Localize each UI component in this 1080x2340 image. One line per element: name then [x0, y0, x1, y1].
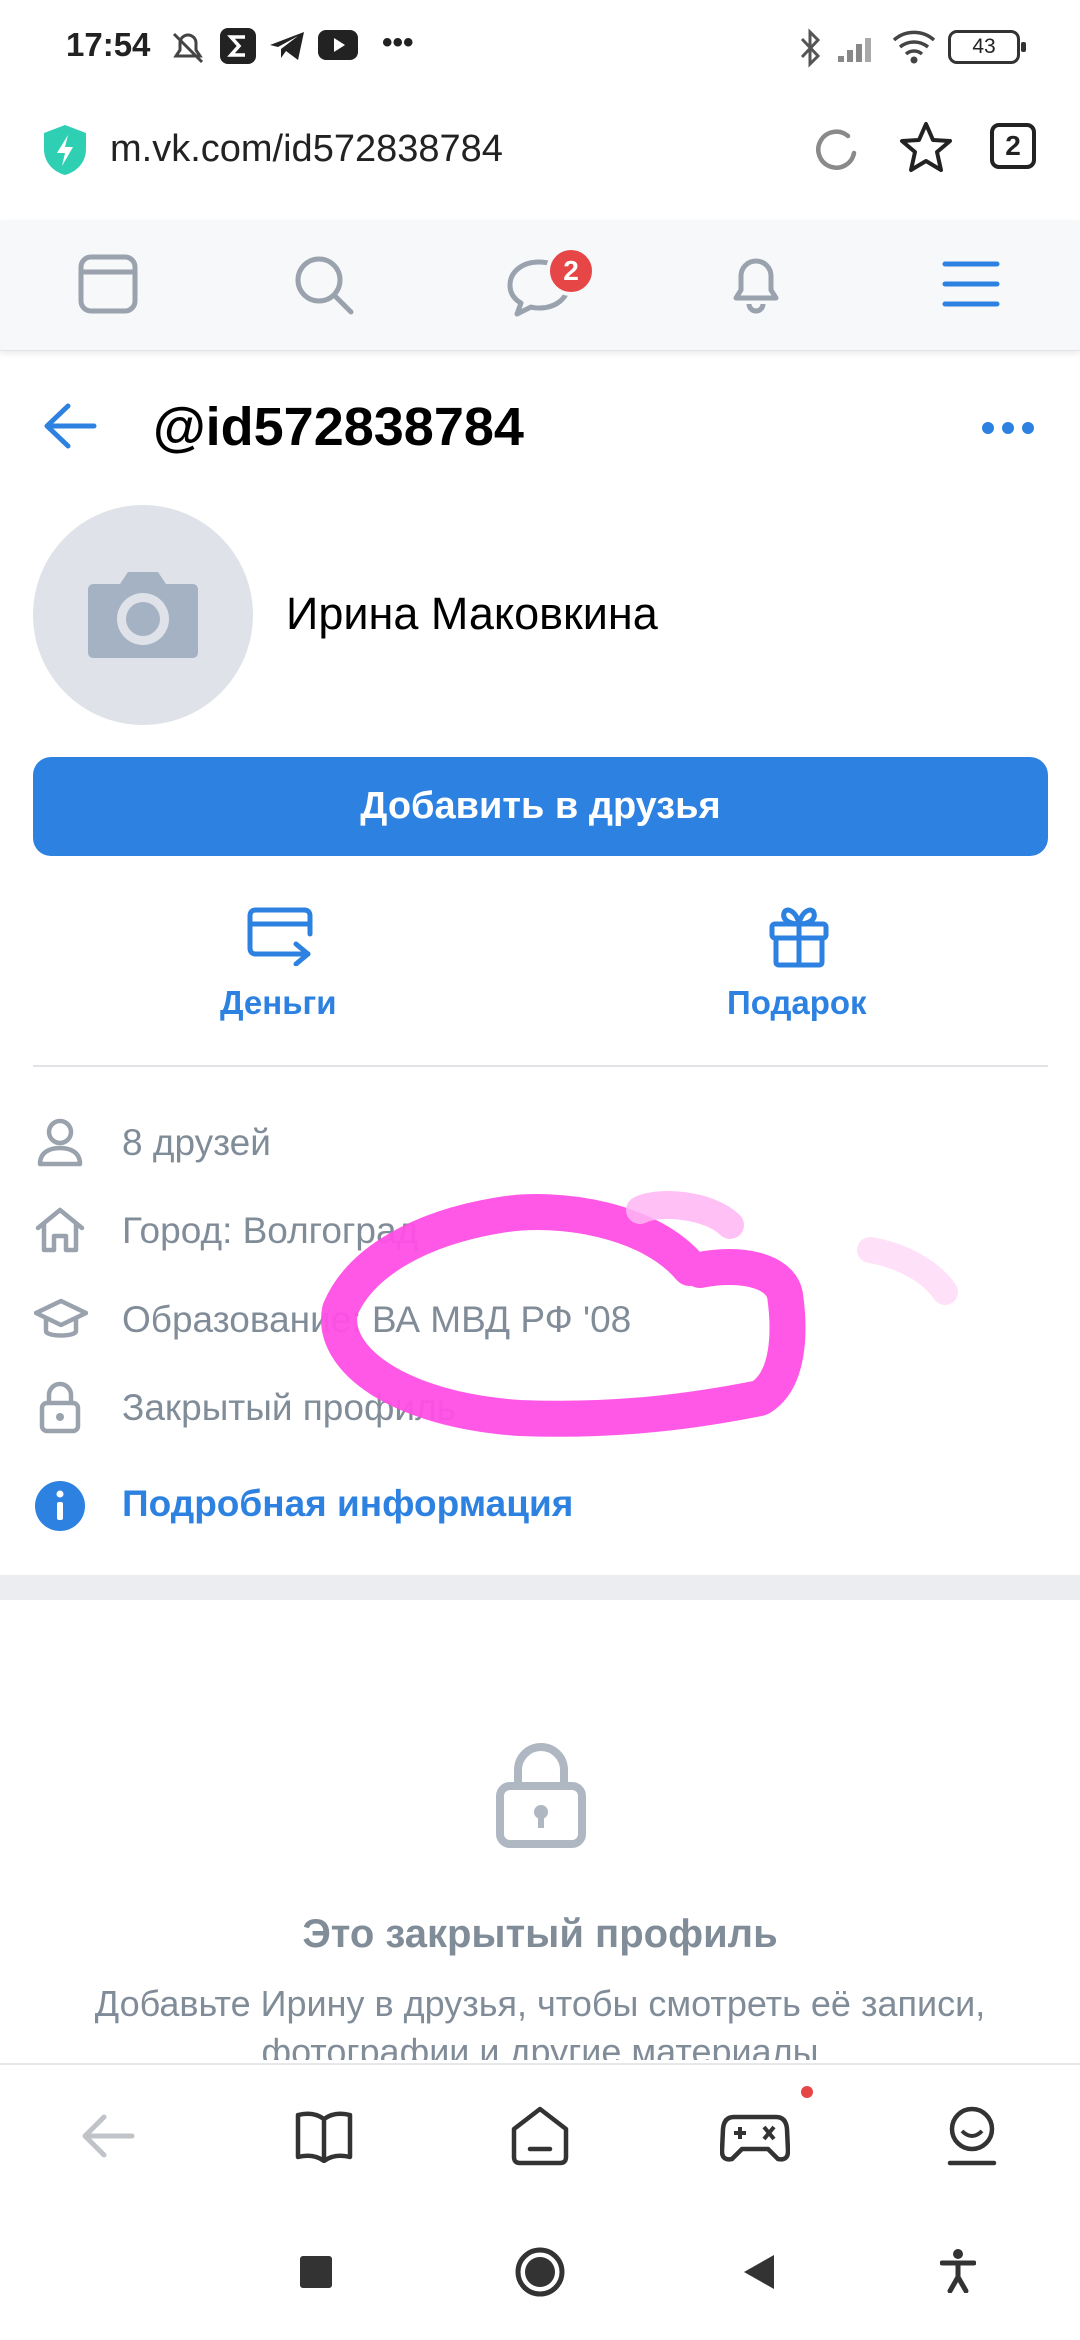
friends-person-icon: [37, 1118, 83, 1167]
accessibility-icon[interactable]: [940, 2249, 976, 2293]
section-separator: [0, 1575, 1080, 1600]
closed-profile-description: Добавьте Ирину в друзья, чтобы смотреть …: [94, 1983, 986, 2060]
home-nav-icon[interactable]: [510, 2105, 570, 2167]
feed-icon[interactable]: [78, 254, 138, 314]
profile-nav-icon[interactable]: [944, 2105, 1000, 2167]
reload-icon[interactable]: [810, 123, 864, 177]
home-circle-icon[interactable]: [514, 2246, 566, 2298]
wifi-icon: [892, 30, 936, 64]
back-triangle-icon[interactable]: [742, 2253, 776, 2291]
friends-count: 8 друзей: [122, 1122, 271, 1163]
closed-profile-lock-icon: [496, 1743, 586, 1848]
book-icon[interactable]: [294, 2109, 354, 2163]
money-action[interactable]: Деньги: [190, 900, 370, 1030]
camera-icon: [88, 572, 198, 658]
gift-action[interactable]: Подарок: [710, 900, 890, 1030]
menu-icon[interactable]: [942, 258, 1000, 310]
divider: [33, 1065, 1048, 1067]
info-friends[interactable]: 8 друзей: [0, 1110, 1080, 1170]
closed-profile-text: Закрытый профиль: [122, 1387, 456, 1428]
vk-top-toolbar: 2: [0, 220, 1080, 351]
money-label: Деньги: [220, 984, 337, 1021]
lock-icon: [39, 1381, 81, 1434]
notifications-bell-icon[interactable]: [726, 250, 786, 316]
avatar[interactable]: [33, 505, 253, 725]
status-bar: 17:54 ••• 43: [0, 0, 1080, 95]
battery-level: 43: [972, 35, 996, 58]
tab-switcher-button[interactable]: 2: [990, 123, 1036, 169]
back-arrow-icon[interactable]: [42, 402, 98, 450]
back-nav-icon[interactable]: [80, 2113, 136, 2159]
games-controller-icon[interactable]: [720, 2111, 790, 2165]
bluetooth-icon: [800, 28, 821, 68]
info-city: Город: Волгоград: [0, 1198, 1080, 1258]
tab-count: 2: [1005, 130, 1021, 161]
youtube-icon: [318, 30, 358, 60]
profile-name: Ирина Маковкина: [286, 588, 658, 639]
closed-profile-title: Это закрытый профиль: [302, 1912, 778, 1956]
more-notifications: •••: [382, 26, 414, 59]
system-navigation-bar: [0, 2213, 1080, 2340]
messages-badge-count: 2: [563, 255, 579, 286]
page-title: @id572838784: [153, 397, 524, 457]
muted-alarm-icon: [172, 32, 204, 64]
education-cap-icon: [34, 1298, 88, 1338]
info-education: Образование: ВА МВД РФ '08: [0, 1287, 1080, 1347]
info-closed-profile: Закрытый профиль: [0, 1375, 1080, 1435]
info-circle-icon: [35, 1481, 85, 1531]
add-friend-button[interactable]: Добавить в друзья: [33, 757, 1048, 856]
gift-label: Подарок: [727, 984, 867, 1021]
search-icon[interactable]: [293, 254, 355, 316]
browser-bottom-nav: [0, 2063, 1080, 2215]
gift-icon: [769, 907, 829, 968]
games-notification-dot: [801, 2086, 813, 2098]
battery-indicator: 43: [948, 30, 1026, 64]
messages-badge: 2: [546, 246, 596, 296]
status-time: 17:54: [66, 26, 151, 63]
telegram-icon: [270, 32, 304, 60]
recents-square-icon[interactable]: [300, 2256, 332, 2288]
bookmark-star-icon[interactable]: [898, 120, 954, 176]
money-transfer-icon: [247, 907, 313, 966]
browser-address-bar: m.vk.com/id572838784 2: [0, 95, 1080, 220]
city-text: Город: Волгоград: [122, 1210, 419, 1251]
more-options-icon[interactable]: [980, 418, 1036, 438]
home-icon: [35, 1207, 85, 1253]
education-text: Образование: ВА МВД РФ '08: [122, 1299, 632, 1340]
signal-icon: [838, 38, 871, 62]
secure-shield-icon[interactable]: [42, 123, 88, 177]
sigma-app-icon: [220, 28, 256, 64]
details-link[interactable]: Подробная информация: [122, 1483, 573, 1525]
url-field[interactable]: m.vk.com/id572838784: [110, 128, 503, 171]
